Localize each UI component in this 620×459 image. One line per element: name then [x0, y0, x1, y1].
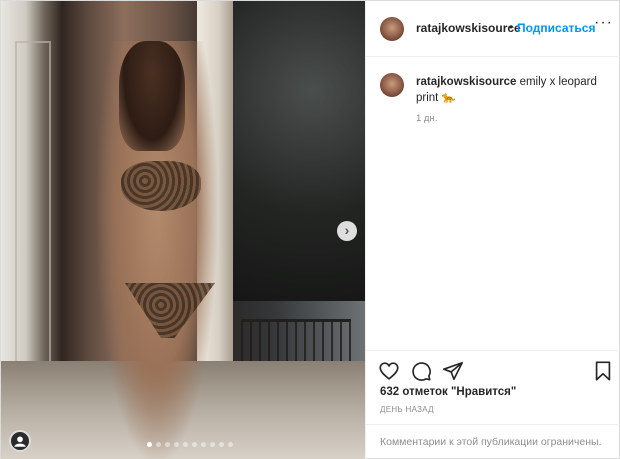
leopard-emoji-icon: 🐆: [441, 92, 456, 104]
caption-username[interactable]: ratajkowskisource: [416, 76, 516, 88]
photo-door-frame: [15, 41, 51, 401]
carousel-dot: [156, 442, 161, 447]
carousel-dot: [192, 442, 197, 447]
carousel-dot: [201, 442, 206, 447]
carousel-dot: [219, 442, 224, 447]
chevron-right-icon[interactable]: ›: [337, 221, 357, 241]
avatar[interactable]: [380, 17, 404, 41]
comment-icon[interactable]: [410, 360, 434, 384]
likes-count[interactable]: 632 отметок "Нравится": [380, 386, 516, 398]
carousel-dot: [165, 442, 170, 447]
caption-timestamp[interactable]: 1 дн.: [416, 113, 437, 124]
photo-background: [233, 1, 365, 301]
follow-button[interactable]: Подписаться: [517, 21, 595, 35]
post-date[interactable]: ДЕНЬ НАЗАД: [380, 405, 434, 414]
post-sidebar: ratajkowskisource • Подписаться ··· rata…: [365, 1, 620, 459]
carousel-indicator: [147, 442, 233, 447]
header-separator: •: [509, 20, 514, 34]
photo-subject-hair: [119, 41, 185, 151]
heart-icon[interactable]: [378, 360, 402, 384]
photo-subject-top: [121, 161, 201, 211]
carousel-dot: [147, 442, 152, 447]
caption-text-block: ratajkowskisource emily x leopard print …: [416, 74, 616, 106]
share-icon[interactable]: [442, 360, 466, 384]
carousel-dot: [228, 442, 233, 447]
caption-avatar[interactable]: [380, 73, 404, 97]
post-photo[interactable]: ›: [1, 1, 365, 459]
carousel-dot: [210, 442, 215, 447]
comments-restricted-text: Комментарии к этой публикации ограничены…: [380, 436, 602, 448]
account-badge-icon[interactable]: [9, 430, 31, 452]
carousel-dot: [183, 442, 188, 447]
bookmark-icon[interactable]: [592, 360, 616, 384]
carousel-dot: [174, 442, 179, 447]
header-username[interactable]: ratajkowskisource: [416, 21, 521, 35]
action-bar: [366, 350, 620, 390]
more-horizontal-icon[interactable]: ···: [594, 14, 613, 32]
instagram-post: › ratajkowskisource • Подписаться ··· ra…: [0, 0, 620, 459]
post-header: ratajkowskisource • Подписаться ···: [366, 1, 620, 57]
comments-section: Комментарии к этой публикации ограничены…: [366, 424, 620, 459]
